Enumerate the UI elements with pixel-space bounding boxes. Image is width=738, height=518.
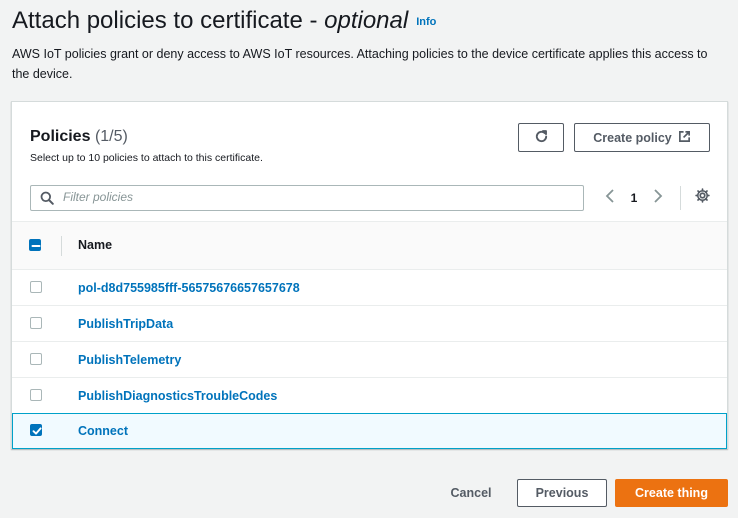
cancel-button[interactable]: Cancel [440,479,502,507]
pagination-divider [680,186,681,210]
table-row-selected[interactable]: Connect [12,413,727,449]
table-row[interactable]: pol-d8d755985fff-56575676657657678 [12,270,727,306]
panel-title: Policies (1/5) [30,128,128,146]
selected-count: (1/5) [94,128,128,145]
policy-link[interactable]: PublishTelemetry [78,353,181,367]
page-header: Attach policies to certificate - optiona… [12,4,728,84]
row-checkbox[interactable] [30,281,42,293]
info-link[interactable]: Info [416,16,436,28]
row-checkbox[interactable] [30,353,42,365]
next-page-button[interactable] [648,188,668,208]
filter-policies-input-wrap [30,185,584,211]
row-checkbox[interactable] [30,389,42,401]
table-row[interactable]: PublishDiagnosticsTroubleCodes [12,378,727,414]
policy-link[interactable]: Connect [78,424,128,438]
search-icon [40,191,54,210]
create-policy-button[interactable]: Create policy [574,123,710,152]
policies-panel: Policies (1/5) Select up to 10 policies … [11,101,728,449]
previous-page-button[interactable] [600,188,620,208]
chevron-right-icon [653,188,663,208]
column-divider [61,236,62,256]
policy-link[interactable]: PublishTripData [78,317,173,331]
gear-icon [694,188,710,208]
page-title-optional: optional [324,7,409,34]
external-link-icon [678,130,691,146]
page-title-main: Attach policies to certificate - [12,7,325,34]
previous-button[interactable]: Previous [517,479,607,507]
create-thing-button[interactable]: Create thing [615,479,728,507]
panel-header: Policies (1/5) Select up to 10 policies … [12,102,727,222]
filter-policies-input[interactable] [63,190,563,204]
table-row[interactable]: PublishTelemetry [12,342,727,378]
chevron-left-icon [605,188,615,208]
column-header-name[interactable]: Name [78,238,112,252]
table-row[interactable]: PublishTripData [12,306,727,342]
page-number[interactable]: 1 [620,191,648,205]
refresh-icon [534,129,549,147]
select-all-checkbox[interactable] [29,239,41,251]
row-checkbox-checked[interactable] [30,424,42,436]
table-header: Name [12,222,727,270]
page-title: Attach policies to certificate - optiona… [12,4,408,38]
refresh-button[interactable] [518,123,564,152]
row-checkbox[interactable] [30,317,42,329]
panel-title-label: Policies [30,128,91,145]
preferences-button[interactable] [692,188,712,208]
policy-link[interactable]: pol-d8d755985fff-56575676657657678 [78,281,300,295]
create-policy-label: Create policy [593,130,672,145]
policy-link[interactable]: PublishDiagnosticsTroubleCodes [78,389,277,403]
page-description: AWS IoT policies grant or deny access to… [12,47,708,81]
panel-subtitle: Select up to 10 policies to attach to th… [30,152,263,164]
pagination: 1 [600,188,668,208]
